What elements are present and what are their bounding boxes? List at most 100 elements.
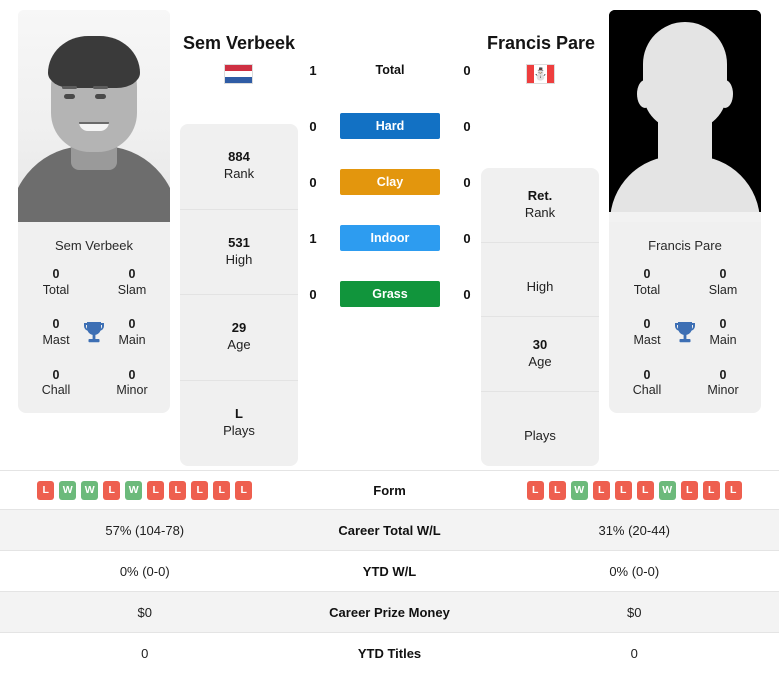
form-badge-win[interactable]: W xyxy=(570,480,588,500)
surface-label-hard[interactable]: Hard xyxy=(340,113,440,139)
title-label: Minor xyxy=(116,383,148,398)
meta-label: High xyxy=(526,278,554,294)
form-badge-loss[interactable]: L xyxy=(614,480,632,500)
title-cell: 0 Minor xyxy=(685,368,761,399)
stat-label-form: Form xyxy=(373,482,406,498)
form-badge-win[interactable]: W xyxy=(59,480,77,500)
right-stat-value: 0 xyxy=(630,645,638,661)
meta-cell-plays: Plays xyxy=(481,392,599,467)
meta-label: Rank xyxy=(223,166,255,182)
trophy-icon xyxy=(675,321,695,343)
right-player-titles-card: Francis Pare 0 Total 0 Slam 0 Mast 0 Mai… xyxy=(609,222,761,413)
meta-cell-age: 29 Age xyxy=(180,295,298,381)
title-cell: 0 Slam xyxy=(685,267,761,298)
form-badge-loss[interactable]: L xyxy=(169,480,187,500)
left-stat-value: 0% (0-0) xyxy=(119,563,170,579)
stat-label: Career Prize Money xyxy=(329,604,450,620)
left-player-column: Sem Verbeek 0 Total 0 Slam 0 Mast 0 Main xyxy=(18,10,170,413)
meta-label: Age xyxy=(227,337,251,353)
form-badge-loss[interactable]: L xyxy=(235,480,253,500)
title-value: 0 xyxy=(719,367,727,382)
surface-right-score: 0 xyxy=(463,118,471,134)
title-cell: 0 Minor xyxy=(94,368,170,399)
right-player-meta-column: Ret. Rank High 30 Age Plays xyxy=(481,168,599,466)
form-badge-loss[interactable]: L xyxy=(37,480,55,500)
surface-titles-stack: 1 Total 0 0 Hard 0 0 Clay 0 1 Indoor 0 0… xyxy=(300,56,480,308)
surface-right-score: 0 xyxy=(463,174,471,190)
table-row-career-total-wl: 57% (104-78) Career Total W/L 31% (20-44… xyxy=(0,509,779,550)
form-badge-loss[interactable]: L xyxy=(191,480,209,500)
form-badge-loss[interactable]: L xyxy=(213,480,231,500)
form-badge-loss[interactable]: L xyxy=(724,480,742,500)
surface-right-score: 0 xyxy=(463,62,471,78)
form-badge-loss[interactable]: L xyxy=(526,480,544,500)
surface-label-clay[interactable]: Clay xyxy=(340,169,440,195)
left-stat-value: 57% (104-78) xyxy=(105,522,185,538)
trophy-icon xyxy=(84,321,104,343)
meta-cell-high: High xyxy=(481,243,599,317)
form-badge-loss[interactable]: L xyxy=(103,480,121,500)
form-badge-win[interactable]: W xyxy=(658,480,676,500)
surface-left-score: 1 xyxy=(309,230,317,246)
surface-row-hard: 0 Hard 0 xyxy=(300,112,480,140)
title-value: 0 xyxy=(128,267,136,281)
right-form-strip: LLWLLLWLLL xyxy=(490,480,779,500)
form-badge-loss[interactable]: L xyxy=(592,480,610,500)
right-player-name[interactable]: Francis Pare xyxy=(446,33,636,54)
form-badge-win[interactable]: W xyxy=(81,480,99,500)
flag-canada-icon: ⛄ xyxy=(526,64,555,84)
surface-row-clay: 0 Clay 0 xyxy=(300,168,480,196)
surface-right-score: 0 xyxy=(463,286,471,302)
form-badge-loss[interactable]: L xyxy=(548,480,566,500)
meta-cell-rank: Ret. Rank xyxy=(481,168,599,243)
left-player-meta-column: 884 Rank 531 High 29 Age L Plays xyxy=(180,124,298,466)
title-label: Total xyxy=(42,282,70,297)
stat-label: YTD W/L xyxy=(362,563,417,579)
left-stat-value: 0 xyxy=(141,645,149,661)
right-form-strip-cell: LLWLLLWLLL xyxy=(490,480,779,500)
comparison-stats-table: LWWLWLLLLL Form LLWLLLWLLL 57% (104-78) … xyxy=(0,470,779,673)
meta-value: 30 xyxy=(532,336,548,352)
form-badge-loss[interactable]: L xyxy=(680,480,698,500)
right-stat-value: 31% (20-44) xyxy=(598,522,671,538)
meta-label: Age xyxy=(528,353,552,369)
surface-left-score: 1 xyxy=(309,62,317,78)
player-silhouette-icon xyxy=(609,10,761,222)
title-label: Slam xyxy=(708,282,738,297)
flag-netherlands-icon xyxy=(224,64,253,84)
surface-left-score: 0 xyxy=(309,286,317,302)
surface-label-grass[interactable]: Grass xyxy=(340,281,440,307)
right-titles-grid: 0 Total 0 Slam 0 Mast 0 Main 0 Chall 0 M… xyxy=(609,267,761,399)
title-cell: 0 Chall xyxy=(609,368,685,399)
surface-label-total: Total xyxy=(375,63,405,77)
surface-row-grass: 0 Grass 0 xyxy=(300,280,480,308)
left-card-player-name: Sem Verbeek xyxy=(54,238,134,253)
title-value: 0 xyxy=(52,367,60,382)
meta-cell-age: 30 Age xyxy=(481,317,599,392)
meta-cell-high: 531 High xyxy=(180,210,298,295)
title-label: Slam xyxy=(117,282,147,297)
title-label: Total xyxy=(633,282,661,297)
left-player-titles-card: Sem Verbeek 0 Total 0 Slam 0 Mast 0 Main xyxy=(18,222,170,413)
form-badge-loss[interactable]: L xyxy=(636,480,654,500)
meta-label: Plays xyxy=(524,428,556,444)
title-value: 0 xyxy=(52,267,60,281)
meta-label: Rank xyxy=(524,204,556,220)
form-badge-loss[interactable]: L xyxy=(702,480,720,500)
surface-label-indoor[interactable]: Indoor xyxy=(340,225,440,251)
title-value: 0 xyxy=(643,367,651,382)
form-badge-win[interactable]: W xyxy=(125,480,143,500)
right-player-photo xyxy=(609,10,761,222)
meta-value: 29 xyxy=(231,320,247,336)
title-value: 0 xyxy=(719,267,727,281)
right-player-column: Francis Pare 0 Total 0 Slam 0 Mast 0 Mai… xyxy=(609,10,761,413)
left-form-strip-cell: LWWLWLLLLL xyxy=(0,480,290,500)
surface-row-indoor: 1 Indoor 0 xyxy=(300,224,480,252)
form-badge-loss[interactable]: L xyxy=(147,480,165,500)
meta-label: Plays xyxy=(223,423,255,439)
left-form-strip: LWWLWLLLLL xyxy=(0,480,290,500)
stat-label: YTD Titles xyxy=(357,645,422,661)
title-label: Minor xyxy=(707,383,739,398)
title-cell: 0 Total xyxy=(609,267,685,298)
left-player-name[interactable]: Sem Verbeek xyxy=(144,33,334,54)
